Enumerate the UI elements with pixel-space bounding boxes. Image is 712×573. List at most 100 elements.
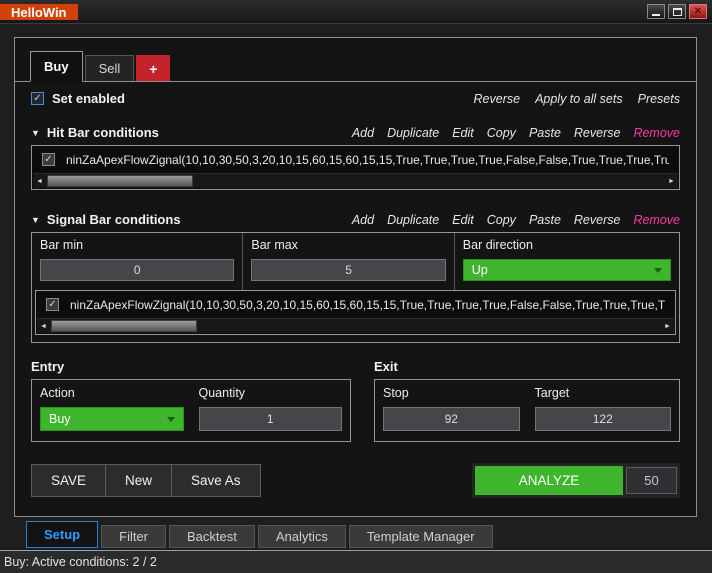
set-header-links: Reverse Apply to all sets Presets <box>474 92 680 106</box>
main-panel: Buy Sell + ✓ Set enabled Reverse Apply t… <box>14 37 697 517</box>
entry-title: Entry <box>31 359 351 374</box>
action-label: Action <box>40 386 184 400</box>
tab-backtest[interactable]: Backtest <box>169 525 255 548</box>
exit-title: Exit <box>374 359 680 374</box>
collapse-icon[interactable]: ▼ <box>31 128 40 138</box>
bottom-tabstrip: Setup Filter Backtest Analytics Template… <box>26 521 496 548</box>
bar-direction-select[interactable]: Up <box>463 259 671 281</box>
copy-link[interactable]: Copy <box>487 126 516 140</box>
chevron-down-icon <box>654 268 662 273</box>
maximize-icon <box>673 8 682 16</box>
analyze-button[interactable]: ANALYZE <box>475 466 623 495</box>
paste-link[interactable]: Paste <box>529 213 561 227</box>
signal-bar-header: ▼ Signal Bar conditions Add Duplicate Ed… <box>31 212 680 227</box>
bar-max-input[interactable]: 5 <box>251 259 445 281</box>
duplicate-link[interactable]: Duplicate <box>387 126 439 140</box>
window-title: HelloWin <box>0 4 78 20</box>
close-icon: ✕ <box>694 7 702 17</box>
copy-link[interactable]: Copy <box>487 213 516 227</box>
entry-section: Entry Action Buy Quantity 1 <box>31 359 351 442</box>
exit-section: Exit Stop 92 Target 122 <box>374 359 680 442</box>
scrollbar-thumb[interactable] <box>51 320 197 332</box>
signal-bar-panel: Bar min 0 Bar max 5 Bar direction Up <box>31 232 680 343</box>
condition-text: ninZaApexFlowZignal(10,10,30,50,3,20,10,… <box>70 298 665 312</box>
action-field: Action Buy <box>40 386 184 431</box>
hit-bar-actions: Add Duplicate Edit Copy Paste Reverse Re… <box>352 126 680 140</box>
new-button[interactable]: New <box>105 464 172 497</box>
app-window: HelloWin ✕ Buy Sell + ✓ Set enabled Reve… <box>0 0 712 573</box>
add-link[interactable]: Add <box>352 126 374 140</box>
hit-bar-title: Hit Bar conditions <box>47 125 159 140</box>
exit-box: Stop 92 Target 122 <box>374 379 680 442</box>
add-link[interactable]: Add <box>352 213 374 227</box>
target-field: Target 122 <box>535 386 672 431</box>
bar-max-field: Bar max 5 <box>242 233 453 290</box>
check-icon: ✓ <box>33 94 41 104</box>
bar-min-input[interactable]: 0 <box>40 259 234 281</box>
footer-toolbar: SAVE New Save As ANALYZE 50 <box>31 463 680 498</box>
signal-conditions-list: ✓ ninZaApexFlowZignal(10,10,30,50,3,20,1… <box>35 290 676 335</box>
action-select[interactable]: Buy <box>40 407 184 431</box>
signal-bar-actions: Add Duplicate Edit Copy Paste Reverse Re… <box>352 213 680 227</box>
maximize-button[interactable] <box>668 4 686 19</box>
bar-direction-field: Bar direction Up <box>454 233 679 290</box>
save-as-button[interactable]: Save As <box>171 464 261 497</box>
scroll-left-icon[interactable]: ◄ <box>33 174 46 189</box>
analyze-group: ANALYZE 50 <box>472 463 680 498</box>
horizontal-scrollbar[interactable]: ◄ ► <box>33 173 678 188</box>
chevron-down-icon <box>167 417 175 422</box>
tab-setup[interactable]: Setup <box>26 521 98 548</box>
collapse-icon[interactable]: ▼ <box>31 215 40 225</box>
signal-bar-fields: Bar min 0 Bar max 5 Bar direction Up <box>32 233 679 290</box>
condition-text: ninZaApexFlowZignal(10,10,30,50,3,20,10,… <box>66 153 669 167</box>
tab-analytics[interactable]: Analytics <box>258 525 346 548</box>
hit-bar-header: ▼ Hit Bar conditions Add Duplicate Edit … <box>31 125 680 140</box>
status-text: Buy: Active conditions: 2 / 2 <box>4 555 157 569</box>
reverse-link[interactable]: Reverse <box>574 213 621 227</box>
duplicate-link[interactable]: Duplicate <box>387 213 439 227</box>
set-enabled-label: Set enabled <box>52 91 125 106</box>
condition-checkbox[interactable]: ✓ <box>42 153 55 166</box>
close-button[interactable]: ✕ <box>689 4 707 19</box>
bar-min-field: Bar min 0 <box>32 233 242 290</box>
bar-min-label: Bar min <box>40 238 234 252</box>
scroll-right-icon[interactable]: ► <box>665 174 678 189</box>
stop-field: Stop 92 <box>383 386 520 431</box>
remove-link[interactable]: Remove <box>633 126 680 140</box>
condition-row[interactable]: ✓ ninZaApexFlowZignal(10,10,30,50,3,20,1… <box>32 146 679 173</box>
quantity-input[interactable]: 1 <box>199 407 343 431</box>
scroll-left-icon[interactable]: ◄ <box>37 319 50 334</box>
tab-template-manager[interactable]: Template Manager <box>349 525 493 548</box>
set-enabled-checkbox[interactable]: ✓ <box>31 92 44 105</box>
minimize-button[interactable] <box>647 4 665 19</box>
edit-link[interactable]: Edit <box>452 213 474 227</box>
check-icon: ✓ <box>48 300 56 310</box>
reverse-link[interactable]: Reverse <box>574 126 621 140</box>
condition-row[interactable]: ✓ ninZaApexFlowZignal(10,10,30,50,3,20,1… <box>36 291 675 318</box>
stop-input[interactable]: 92 <box>383 407 520 431</box>
target-input[interactable]: 122 <box>535 407 672 431</box>
tab-sell[interactable]: Sell <box>85 55 135 81</box>
condition-checkbox[interactable]: ✓ <box>46 298 59 311</box>
tab-buy[interactable]: Buy <box>30 51 83 82</box>
apply-to-all-sets-link[interactable]: Apply to all sets <box>535 92 623 106</box>
signal-bar-title: Signal Bar conditions <box>47 212 181 227</box>
quantity-label: Quantity <box>199 386 343 400</box>
horizontal-scrollbar[interactable]: ◄ ► <box>37 318 674 333</box>
presets-link[interactable]: Presets <box>638 92 680 106</box>
set-tabstrip: Buy Sell + <box>15 51 696 82</box>
paste-link[interactable]: Paste <box>529 126 561 140</box>
window-controls: ✕ <box>647 4 707 19</box>
status-bar: Buy: Active conditions: 2 / 2 <box>0 550 712 573</box>
analyze-value-input[interactable]: 50 <box>626 467 677 494</box>
remove-link[interactable]: Remove <box>633 213 680 227</box>
tab-filter[interactable]: Filter <box>101 525 166 548</box>
edit-link[interactable]: Edit <box>452 126 474 140</box>
bar-direction-value: Up <box>472 263 488 277</box>
save-button[interactable]: SAVE <box>31 464 106 497</box>
add-set-tab[interactable]: + <box>136 55 170 81</box>
scrollbar-thumb[interactable] <box>47 175 193 187</box>
scroll-right-icon[interactable]: ► <box>661 319 674 334</box>
bar-max-label: Bar max <box>251 238 445 252</box>
reverse-set-link[interactable]: Reverse <box>474 92 521 106</box>
